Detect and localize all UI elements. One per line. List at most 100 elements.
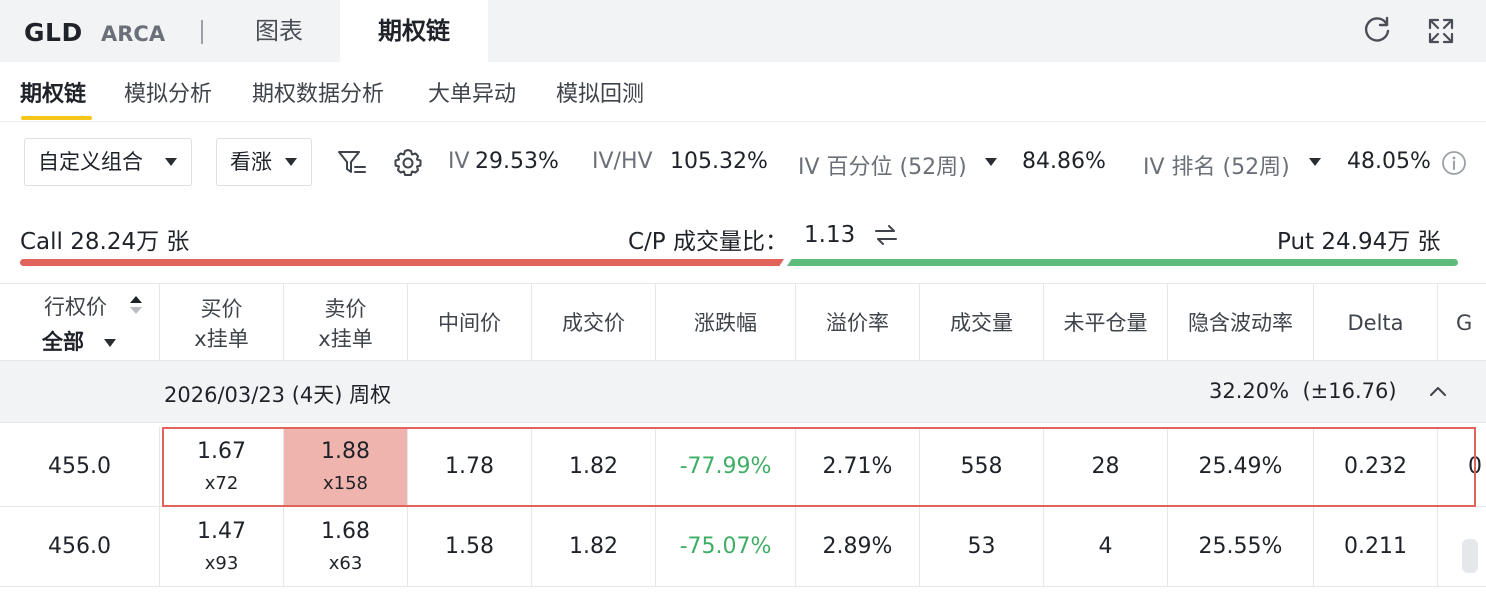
header-change[interactable]: 涨跌幅: [656, 284, 796, 362]
subnav-backtest[interactable]: 模拟回测: [556, 76, 644, 108]
strategy-value: 自定义组合: [38, 150, 143, 174]
ask-cell[interactable]: 1.88 x158: [284, 427, 408, 507]
direction-value: 看涨: [230, 150, 272, 174]
call-volume: Call 28.24万 张: [20, 229, 190, 255]
strike-filter-value[interactable]: 全部: [42, 327, 84, 357]
strike-cell: 455.0: [0, 427, 160, 507]
expiry-label: 2026/03/23 (4天) 周权: [164, 383, 392, 407]
expiry-group-row[interactable]: 2026/03/23 (4天) 周权 32.20% (±16.76): [0, 361, 1486, 423]
bid-price: 1.47: [197, 519, 246, 544]
change-cell: -77.99%: [656, 427, 796, 507]
volume-cell: 558: [920, 427, 1044, 507]
ask-cell[interactable]: 1.68 x63: [284, 507, 408, 587]
scrollbar-thumb[interactable]: [1462, 539, 1478, 573]
strategy-dropdown[interactable]: 自定义组合: [24, 138, 192, 186]
volume-cell: 53: [920, 507, 1044, 587]
mid-cell: 1.78: [408, 427, 532, 507]
bid-size: x93: [204, 553, 239, 574]
ask-price: 1.68: [321, 519, 370, 544]
mid-cell: 1.58: [408, 507, 532, 587]
subnav-option-data[interactable]: 期权数据分析: [252, 76, 384, 108]
iv-label: IV: [448, 149, 470, 174]
chevron-up-icon[interactable]: [1427, 381, 1449, 403]
tab-option-chain[interactable]: 期权链: [340, 0, 488, 62]
tab-chart[interactable]: 图表: [231, 0, 327, 62]
gear-icon[interactable]: [391, 146, 425, 180]
last-cell: 1.82: [532, 427, 656, 507]
divider: [201, 20, 203, 44]
oi-cell: 28: [1044, 427, 1168, 507]
table-header: 行权价 全部 买价 x挂单 卖价 x挂单 中间价 成交价 涨跌幅 溢价率 成交量 未…: [0, 283, 1486, 362]
cp-ratio-value: 1.13: [804, 222, 856, 248]
header-ask-label: 卖价: [324, 297, 367, 321]
header-ask[interactable]: 卖价 x挂单: [284, 284, 408, 362]
direction-dropdown[interactable]: 看涨: [216, 138, 312, 186]
ask-size: x63: [328, 553, 363, 574]
subnav-option-chain[interactable]: 期权链: [20, 76, 86, 108]
sort-down-icon[interactable]: [130, 307, 142, 314]
strike-cell: 456.0: [0, 507, 160, 587]
chevron-down-icon[interactable]: [1309, 158, 1321, 166]
sort-up-icon[interactable]: [130, 296, 142, 303]
swap-icon[interactable]: [872, 222, 900, 248]
table-row[interactable]: 455.0 1.67 x72 1.88 x158 1.78 1.82 -77.9…: [0, 427, 1486, 507]
cp-ratio-label: C/P 成交量比：: [628, 229, 788, 255]
header-delta[interactable]: Delta: [1314, 284, 1438, 362]
bid-size: x72: [204, 473, 239, 494]
header-gamma[interactable]: G: [1438, 284, 1486, 362]
chevron-down-icon[interactable]: [104, 339, 116, 347]
refresh-icon[interactable]: [1360, 14, 1394, 48]
subnav-simulation[interactable]: 模拟分析: [124, 76, 212, 108]
info-icon[interactable]: [1441, 150, 1467, 176]
fullscreen-icon[interactable]: [1424, 14, 1458, 48]
sub-nav: 期权链 模拟分析 期权数据分析 大单异动 模拟回测: [0, 62, 1486, 122]
gamma-cell: 0: [1468, 454, 1482, 479]
call-volume-bar: [20, 259, 784, 266]
iv-cell: 25.49%: [1168, 427, 1314, 507]
ask-size: x158: [322, 473, 368, 494]
header-last[interactable]: 成交价: [532, 284, 656, 362]
header-bid[interactable]: 买价 x挂单: [160, 284, 284, 362]
expiry-iv: 32.20% (±16.76): [1209, 379, 1397, 403]
header-open-interest[interactable]: 未平仓量: [1044, 284, 1168, 362]
iv-rank-value: 48.05%: [1347, 149, 1431, 174]
header-ask-size: x挂单: [318, 327, 373, 351]
iv-rank-label[interactable]: IV 排名 (52周): [1143, 149, 1290, 181]
ivhv-label: IV/HV: [592, 149, 653, 174]
iv-cell: 25.55%: [1168, 507, 1314, 587]
chevron-down-icon: [285, 158, 297, 166]
header-iv[interactable]: 隐含波动率: [1168, 284, 1314, 362]
subnav-unusual-activity[interactable]: 大单异动: [428, 76, 516, 108]
header-bid-label: 买价: [200, 297, 243, 321]
exchange-label: ARCA: [101, 22, 166, 46]
header-premium[interactable]: 溢价率: [796, 284, 920, 362]
header-volume[interactable]: 成交量: [920, 284, 1044, 362]
iv-percentile-label[interactable]: IV 百分位 (52周): [798, 149, 967, 181]
header-strike[interactable]: 行权价 全部: [0, 284, 160, 362]
header-strike-label: 行权价: [44, 295, 107, 319]
bid-price: 1.67: [197, 439, 246, 464]
put-volume: Put 24.94万 张: [1277, 229, 1441, 255]
ivhv-value: 105.32%: [670, 149, 768, 174]
premium-cell: 2.71%: [796, 427, 920, 507]
ticker-symbol: GLD: [24, 18, 83, 47]
chevron-down-icon: [165, 158, 177, 166]
header-bid-size: x挂单: [194, 327, 249, 351]
oi-cell: 4: [1044, 507, 1168, 587]
bid-cell[interactable]: 1.47 x93: [160, 507, 284, 587]
iv-percentile-value: 84.86%: [1022, 149, 1106, 174]
filter-icon[interactable]: [336, 147, 368, 179]
last-cell: 1.82: [532, 507, 656, 587]
header-mid[interactable]: 中间价: [408, 284, 532, 362]
change-cell: -75.07%: [656, 507, 796, 587]
delta-cell: 0.232: [1314, 427, 1438, 507]
table-row[interactable]: 456.0 1.47 x93 1.68 x63 1.58 1.82 -75.07…: [0, 507, 1486, 587]
ask-price: 1.88: [321, 439, 370, 464]
iv-value: 29.53%: [475, 149, 559, 174]
delta-cell: 0.211: [1314, 507, 1438, 587]
premium-cell: 2.89%: [796, 507, 920, 587]
top-bar: GLD ARCA 图表 期权链: [0, 0, 1486, 62]
bid-cell[interactable]: 1.67 x72: [160, 427, 284, 507]
chevron-down-icon[interactable]: [985, 158, 997, 166]
active-tab-indicator: [21, 116, 92, 120]
